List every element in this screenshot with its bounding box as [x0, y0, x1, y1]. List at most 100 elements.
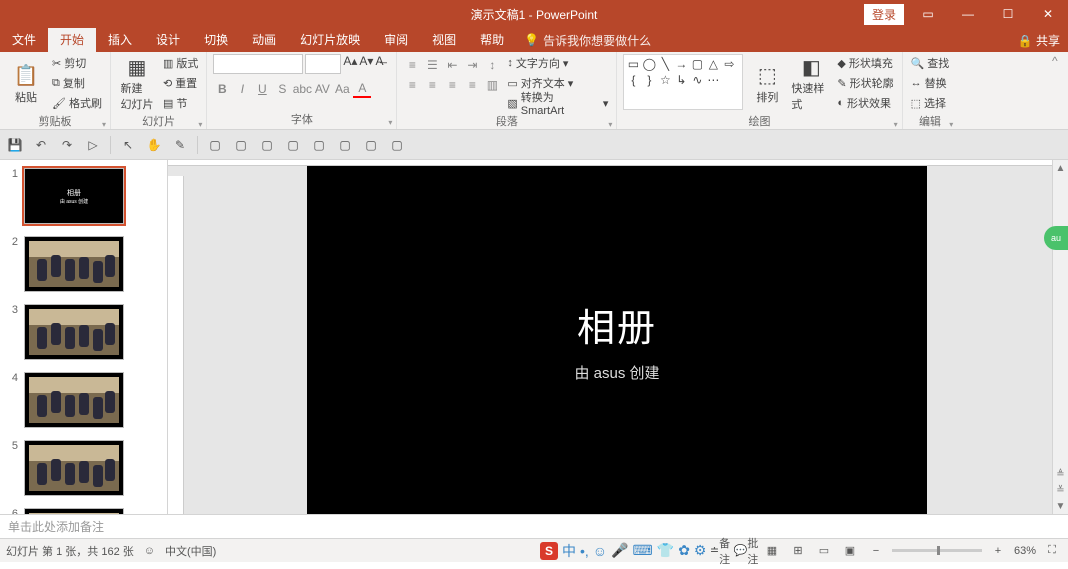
tab-view[interactable]: 视图 [420, 28, 468, 52]
text-direction-button[interactable]: ↕文字方向 ▾ [505, 54, 610, 72]
tab-design[interactable]: 设计 [144, 28, 192, 52]
shape-more-icon[interactable]: ⋯ [706, 73, 720, 87]
scroll-down-icon[interactable]: ▼ [1053, 498, 1068, 514]
section-button[interactable]: ▤节 [161, 94, 200, 112]
ime-zh-icon[interactable]: 中 [562, 541, 576, 561]
shape-line-icon[interactable]: ╲ [658, 57, 672, 71]
thumb-slide-4[interactable] [24, 372, 124, 428]
pointer-icon[interactable]: ↖ [119, 136, 137, 154]
close-icon[interactable]: ✕ [1028, 0, 1068, 28]
notes-pane[interactable]: 单击此处添加备注 [0, 514, 1068, 538]
view-sorter-icon[interactable]: ⊞ [788, 543, 808, 559]
view-normal-icon[interactable]: ▦ [762, 543, 782, 559]
shape-lbrace-icon[interactable]: { [626, 73, 640, 87]
shape-oval-icon[interactable]: ◯ [642, 57, 656, 71]
sogou-icon[interactable]: S [540, 542, 558, 560]
shape-fill-button[interactable]: ◆形状填充 [835, 54, 895, 72]
smartart-button[interactable]: ▧转换为 SmartArt ▾ [505, 94, 610, 112]
comments-toggle[interactable]: 💬 批注 [736, 543, 756, 559]
shape-effects-button[interactable]: ◐形状效果 [835, 94, 895, 112]
save-icon[interactable]: 💾 [6, 136, 24, 154]
ime-tool-icon[interactable]: ✿ [678, 542, 690, 559]
reset-button[interactable]: ⟲重置 [161, 74, 200, 92]
tab-slideshow[interactable]: 幻灯片放映 [288, 28, 372, 52]
tool8-icon[interactable]: ▢ [388, 136, 406, 154]
tool5-icon[interactable]: ▢ [310, 136, 328, 154]
indent-inc-icon[interactable]: ⇥ [463, 56, 481, 74]
decrease-font-icon[interactable]: A▾ [359, 54, 373, 74]
tool6-icon[interactable]: ▢ [336, 136, 354, 154]
ink-icon[interactable]: ✎ [171, 136, 189, 154]
ime-kbd-icon[interactable]: ⌨ [633, 542, 653, 559]
format-painter-button[interactable]: 🖌格式刷 [50, 94, 104, 112]
justify-icon[interactable]: ≡ [463, 76, 481, 94]
shape-arrow-icon[interactable]: → [674, 57, 688, 71]
align-right-icon[interactable]: ≡ [443, 76, 461, 94]
copy-button[interactable]: ⧉复制 [50, 74, 104, 92]
maximize-icon[interactable]: ☐ [988, 0, 1028, 28]
ime-set-icon[interactable]: ⚙ [694, 542, 707, 559]
shape-star-icon[interactable]: ☆ [658, 73, 672, 87]
thumb-slide-3[interactable] [24, 304, 124, 360]
numbering-icon[interactable]: ☰ [423, 56, 441, 74]
align-center-icon[interactable]: ≡ [423, 76, 441, 94]
ime-smile-icon[interactable]: ☺ [593, 543, 607, 559]
zoom-value[interactable]: 63% [1014, 545, 1036, 557]
shape-arrow2-icon[interactable]: ⇨ [722, 57, 736, 71]
login-button[interactable]: 登录 [864, 4, 904, 25]
thumb-slide-6[interactable] [24, 508, 124, 514]
prev-slide-icon[interactable]: ≜ [1053, 466, 1068, 482]
tab-transitions[interactable]: 切换 [192, 28, 240, 52]
shape-curve-icon[interactable]: ∿ [690, 73, 704, 87]
tab-help[interactable]: 帮助 [468, 28, 516, 52]
ime-punct-icon[interactable]: •, [580, 543, 589, 559]
font-family-input[interactable] [213, 54, 303, 74]
view-reading-icon[interactable]: ▭ [814, 543, 834, 559]
shape-rrect-icon[interactable]: ▢ [690, 57, 704, 71]
cut-button[interactable]: ✂剪切 [50, 54, 104, 72]
zoom-slider[interactable] [892, 549, 982, 552]
shape-tri-icon[interactable]: △ [706, 57, 720, 71]
line-spacing-icon[interactable]: ↕ [483, 56, 501, 74]
tool1-icon[interactable]: ▢ [206, 136, 224, 154]
new-slide-button[interactable]: ▦新建 幻灯片 [117, 54, 157, 112]
share-button[interactable]: 🔒 共享 [1018, 32, 1060, 49]
bullets-icon[interactable]: ≡ [403, 56, 421, 74]
thumb-slide-5[interactable] [24, 440, 124, 496]
slide-title[interactable]: 相册 [577, 297, 657, 352]
shape-rbrace-icon[interactable]: } [642, 73, 656, 87]
undo-icon[interactable]: ↶ [32, 136, 50, 154]
ribbon-options-icon[interactable]: ▭ [908, 0, 948, 28]
find-button[interactable]: 🔍查找 [909, 54, 952, 72]
shape-gallery[interactable]: ▭ ◯ ╲ → ▢ △ ⇨ { } ☆ ↳ ∿ ⋯ [623, 54, 743, 110]
strike-button[interactable]: abc [293, 80, 311, 98]
quick-styles-button[interactable]: ◧快速样式 [791, 54, 831, 112]
font-size-input[interactable] [305, 54, 341, 74]
spacing-button[interactable]: AV [313, 80, 331, 98]
tab-home[interactable]: 开始 [48, 28, 96, 52]
shape-outline-button[interactable]: ✎形状轮廓 [835, 74, 895, 92]
shadow-button[interactable]: S [273, 80, 291, 98]
fit-window-icon[interactable]: ⛶ [1042, 543, 1062, 559]
tab-animations[interactable]: 动画 [240, 28, 288, 52]
assistant-badge[interactable]: au [1044, 226, 1068, 250]
next-slide-icon[interactable]: ≚ [1053, 482, 1068, 498]
font-color-button[interactable]: A [353, 80, 371, 98]
ime-skin-icon[interactable]: 👕 [657, 542, 674, 559]
indent-dec-icon[interactable]: ⇤ [443, 56, 461, 74]
shape-conn-icon[interactable]: ↳ [674, 73, 688, 87]
tab-file[interactable]: 文件 [0, 28, 48, 52]
zoom-in-icon[interactable]: + [988, 543, 1008, 559]
italic-button[interactable]: I [233, 80, 251, 98]
thumb-slide-2[interactable] [24, 236, 124, 292]
tool4-icon[interactable]: ▢ [284, 136, 302, 154]
tell-me-search[interactable]: 💡告诉我你想要做什么 [524, 32, 651, 49]
columns-icon[interactable]: ▥ [483, 76, 501, 94]
layout-button[interactable]: ▥版式 [161, 54, 200, 72]
shape-rect-icon[interactable]: ▭ [626, 57, 640, 71]
align-left-icon[interactable]: ≡ [403, 76, 421, 94]
view-slideshow-icon[interactable]: ▣ [840, 543, 860, 559]
underline-button[interactable]: U [253, 80, 271, 98]
vertical-scrollbar[interactable]: ▲ ≜ ≚ ▼ [1052, 160, 1068, 514]
accessibility-status[interactable]: ☺ [144, 545, 155, 557]
